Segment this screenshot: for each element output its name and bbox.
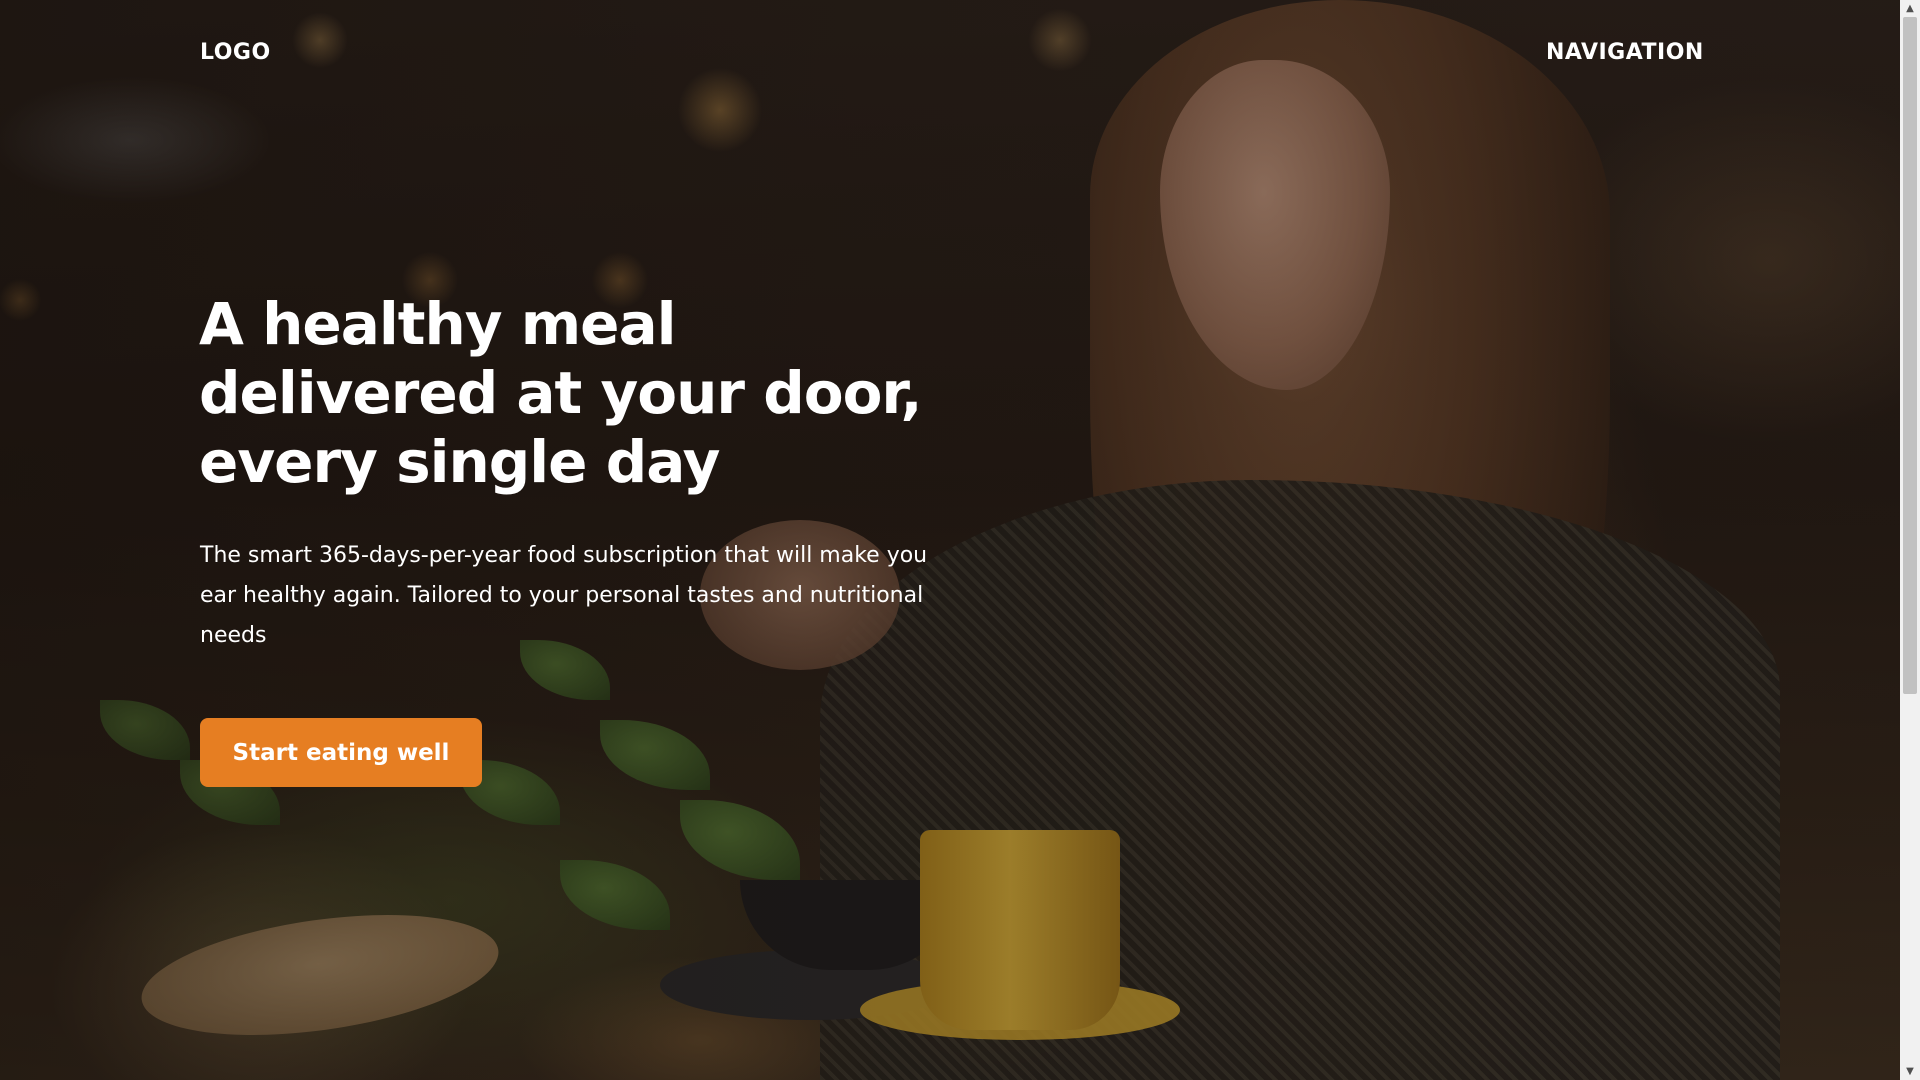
hero-title: A healthy meal delivered at your door, e…: [199, 290, 923, 496]
scrollbar-thumb[interactable]: [1903, 17, 1917, 694]
page: LOGO NAVIGATION A healthy meal delivered…: [0, 0, 1920, 1080]
vertical-scrollbar[interactable]: ▲ ▼: [1900, 0, 1920, 1080]
chevron-down-icon[interactable]: ▼: [1900, 1063, 1920, 1080]
chevron-up-icon[interactable]: ▲: [1900, 0, 1920, 17]
logo[interactable]: LOGO: [200, 40, 271, 65]
hero-description: The smart 365-days-per-year food subscri…: [200, 543, 928, 648]
start-eating-well-button[interactable]: Start eating well: [200, 718, 482, 787]
navigation-link[interactable]: NAVIGATION: [1546, 40, 1704, 65]
